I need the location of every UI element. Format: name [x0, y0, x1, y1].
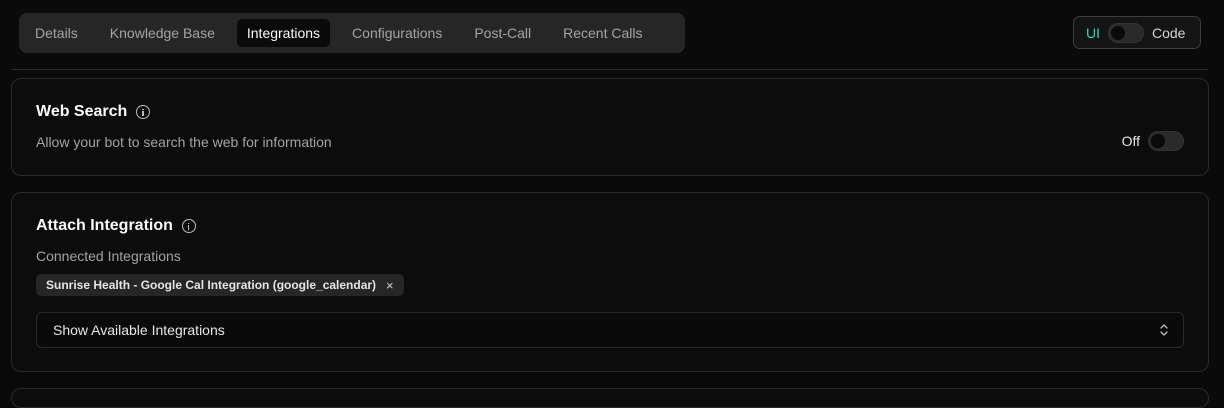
- tab-knowledge-base[interactable]: Knowledge Base: [100, 19, 225, 47]
- web-search-description: Allow your bot to search the web for inf…: [36, 134, 332, 150]
- web-search-toggle-wrap: Off: [1122, 131, 1184, 151]
- ui-mode-label[interactable]: UI: [1086, 25, 1100, 41]
- close-icon[interactable]: ×: [386, 278, 394, 293]
- connected-integrations-label: Connected Integrations: [36, 248, 181, 264]
- available-integrations-select[interactable]: Show Available Integrations: [36, 312, 1184, 348]
- web-search-state-label: Off: [1121, 133, 1140, 149]
- ui-code-toggle[interactable]: UI Code: [1073, 16, 1201, 49]
- web-search-title-row: Web Search: [36, 103, 151, 121]
- chevron-up-down-icon: [1160, 324, 1168, 336]
- tab-bar: Details Knowledge Base Integrations Conf…: [19, 13, 685, 53]
- tab-post-call[interactable]: Post-Call: [464, 19, 541, 47]
- web-search-title: Web Search: [36, 103, 128, 120]
- switch-knob: [1111, 25, 1125, 40]
- integration-chip: Sunrise Health - Google Cal Integration …: [36, 274, 404, 296]
- tab-configurations[interactable]: Configurations: [342, 19, 452, 47]
- attach-integration-title: Attach Integration: [36, 217, 173, 234]
- info-icon[interactable]: [136, 105, 151, 119]
- select-label: Show Available Integrations: [53, 322, 225, 338]
- attach-integration-card: Attach Integration Connected Integration…: [11, 192, 1209, 372]
- top-bar: Details Knowledge Base Integrations Conf…: [0, 0, 1224, 66]
- tab-recent-calls[interactable]: Recent Calls: [553, 19, 652, 47]
- tab-details[interactable]: Details: [25, 19, 88, 47]
- next-card: [11, 388, 1209, 408]
- web-search-card: Web Search Allow your bot to search the …: [11, 78, 1209, 176]
- mode-switch[interactable]: [1108, 22, 1144, 43]
- integration-chip-label: Sunrise Health - Google Cal Integration …: [46, 278, 377, 292]
- info-icon[interactable]: [181, 219, 196, 233]
- tab-integrations[interactable]: Integrations: [236, 19, 331, 47]
- code-mode-label[interactable]: Code: [1152, 25, 1185, 41]
- switch-knob: [1151, 134, 1165, 148]
- web-search-switch[interactable]: [1148, 131, 1184, 151]
- attach-integration-title-row: Attach Integration: [36, 217, 196, 235]
- divider: [12, 69, 1208, 70]
